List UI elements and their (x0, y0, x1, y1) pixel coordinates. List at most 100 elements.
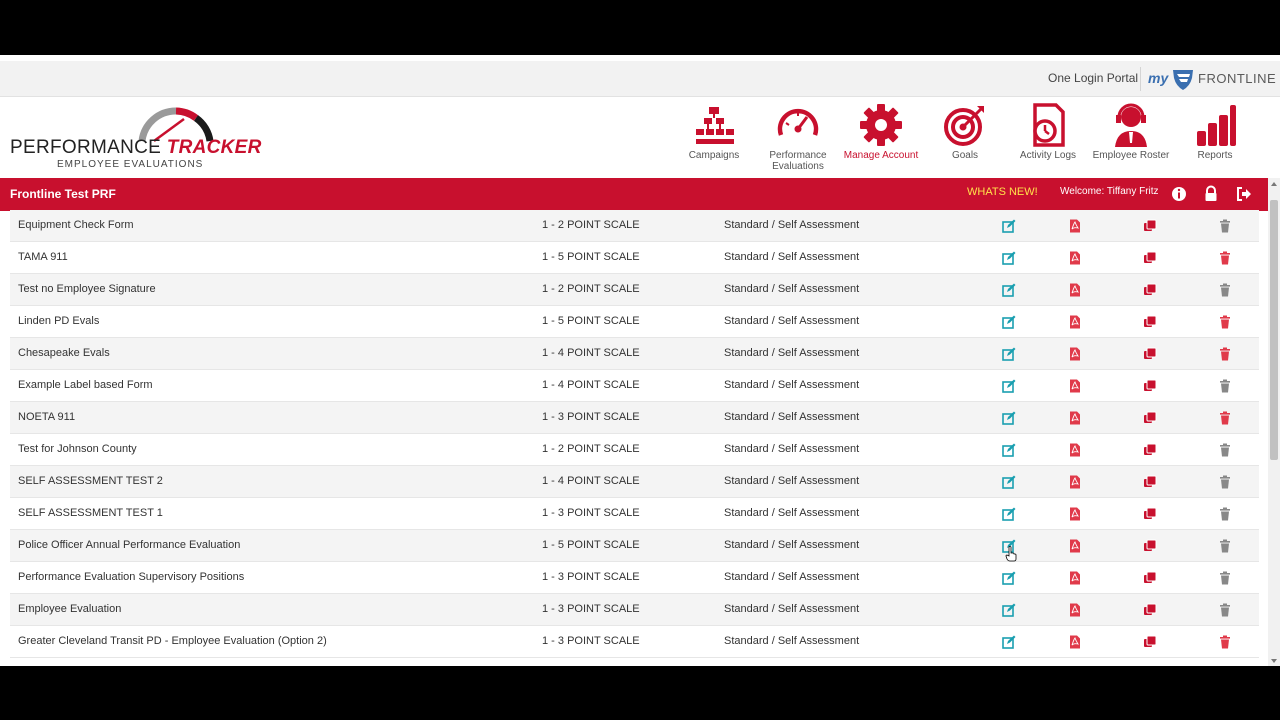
edit-icon[interactable] (1002, 379, 1016, 393)
form-name: Linden PD Evals (18, 315, 100, 327)
copy-icon[interactable] (1143, 347, 1157, 361)
logout-icon[interactable] (1235, 185, 1253, 203)
trash-icon[interactable] (1218, 539, 1232, 553)
form-scale: 1 - 2 POINT SCALE (542, 283, 640, 295)
copy-icon-glyph (1144, 571, 1157, 583)
scroll-thumb[interactable] (1270, 200, 1278, 460)
trash-icon-glyph (1220, 603, 1230, 617)
scroll-up-arrow[interactable] (1271, 182, 1277, 186)
edit-icon[interactable] (1002, 507, 1016, 521)
copy-icon[interactable] (1143, 379, 1157, 393)
trash-icon[interactable] (1218, 347, 1232, 361)
pdf-icon[interactable] (1068, 347, 1082, 361)
frontline-shield-icon (1173, 70, 1193, 90)
trash-icon[interactable] (1218, 571, 1232, 585)
form-type: Standard / Self Assessment (724, 571, 860, 583)
one-login-portal-link[interactable]: One Login Portal (1048, 71, 1138, 85)
edit-icon[interactable] (1002, 475, 1016, 489)
trash-icon[interactable] (1218, 507, 1232, 521)
copy-icon[interactable] (1143, 443, 1157, 457)
nav-performance-evaluations[interactable]: Performance Evaluations (758, 103, 838, 179)
copy-icon[interactable] (1143, 571, 1157, 585)
form-scale: 1 - 2 POINT SCALE (542, 219, 640, 231)
form-name: Test no Employee Signature (18, 283, 156, 295)
pdf-icon[interactable] (1068, 219, 1082, 233)
copy-icon[interactable] (1143, 475, 1157, 489)
lock-icon[interactable] (1202, 185, 1220, 203)
copy-icon[interactable] (1143, 507, 1157, 521)
pdf-icon[interactable] (1068, 315, 1082, 329)
edit-icon[interactable] (1002, 571, 1016, 585)
copy-icon-glyph (1144, 443, 1157, 455)
table-row: Equipment Check Form 1 - 2 POINT SCALE Sta… (10, 210, 1259, 242)
pdf-icon[interactable] (1068, 635, 1082, 649)
pdf-icon-glyph (1070, 475, 1080, 489)
trash-icon[interactable] (1218, 603, 1232, 617)
copy-icon[interactable] (1143, 635, 1157, 649)
edit-icon[interactable] (1002, 283, 1016, 297)
edit-icon[interactable] (1002, 603, 1016, 617)
nav-activity-logs[interactable]: Activity Logs (1008, 103, 1088, 179)
pdf-icon[interactable] (1068, 603, 1082, 617)
form-scale: 1 - 4 POINT SCALE (542, 475, 640, 487)
trash-icon-glyph (1220, 571, 1230, 585)
copy-icon[interactable] (1143, 251, 1157, 265)
whats-new-link[interactable]: WHATS NEW! (967, 186, 1038, 198)
brand-name: FRONTLINE (1198, 71, 1277, 86)
nav-campaigns[interactable]: Campaigns (674, 103, 754, 179)
trash-icon[interactable] (1218, 411, 1232, 425)
edit-icon[interactable] (1002, 635, 1016, 649)
copy-icon[interactable] (1143, 603, 1157, 617)
nav-employee-roster[interactable]: Employee Roster (1091, 103, 1171, 179)
pdf-icon[interactable] (1068, 571, 1082, 585)
scroll-down-arrow[interactable] (1271, 659, 1277, 663)
nav-manage-account[interactable]: Manage Account (841, 103, 921, 179)
edit-icon[interactable] (1002, 251, 1016, 265)
edit-icon[interactable] (1002, 315, 1016, 329)
trash-icon[interactable] (1218, 443, 1232, 457)
trash-icon-glyph (1220, 475, 1230, 489)
nav-reports[interactable]: Reports (1175, 103, 1255, 179)
bar-chart-icon (1197, 105, 1236, 146)
pdf-icon[interactable] (1068, 507, 1082, 521)
trash-icon-glyph (1220, 539, 1230, 553)
pdf-icon[interactable] (1068, 539, 1082, 553)
form-scale: 1 - 3 POINT SCALE (542, 571, 640, 583)
trash-icon[interactable] (1218, 315, 1232, 329)
trash-icon[interactable] (1218, 635, 1232, 649)
edit-icon[interactable] (1002, 219, 1016, 233)
trash-icon[interactable] (1218, 379, 1232, 393)
pdf-icon[interactable] (1068, 475, 1082, 489)
pdf-icon[interactable] (1068, 283, 1082, 297)
form-type: Standard / Self Assessment (724, 283, 860, 295)
form-type: Standard / Self Assessment (724, 379, 860, 391)
logo-title-tracker: TRACKER (166, 137, 262, 158)
nav-goals[interactable]: Goals (925, 103, 1005, 179)
copy-icon[interactable] (1143, 219, 1157, 233)
hand-cursor-icon (1005, 546, 1017, 562)
form-type: Standard / Self Assessment (724, 475, 860, 487)
pdf-icon[interactable] (1068, 251, 1082, 265)
pdf-icon-glyph (1070, 443, 1080, 457)
form-name: Test for Johnson County (18, 443, 137, 455)
edit-icon-glyph (1002, 283, 1016, 297)
copy-icon[interactable] (1143, 283, 1157, 297)
trash-icon[interactable] (1218, 475, 1232, 489)
pdf-icon[interactable] (1068, 443, 1082, 457)
pdf-icon[interactable] (1068, 411, 1082, 425)
copy-icon[interactable] (1143, 411, 1157, 425)
trash-icon[interactable] (1218, 219, 1232, 233)
edit-icon[interactable] (1002, 347, 1016, 361)
edit-icon-glyph (1002, 475, 1016, 489)
copy-icon[interactable] (1143, 539, 1157, 553)
page-scrollbar[interactable] (1268, 178, 1280, 666)
pdf-icon[interactable] (1068, 379, 1082, 393)
edit-icon[interactable] (1002, 443, 1016, 457)
target-icon (944, 106, 984, 146)
trash-icon[interactable] (1218, 251, 1232, 265)
edit-icon[interactable] (1002, 411, 1016, 425)
headset-person-icon (1115, 103, 1147, 147)
copy-icon[interactable] (1143, 315, 1157, 329)
info-icon[interactable] (1170, 185, 1188, 203)
trash-icon[interactable] (1218, 283, 1232, 297)
